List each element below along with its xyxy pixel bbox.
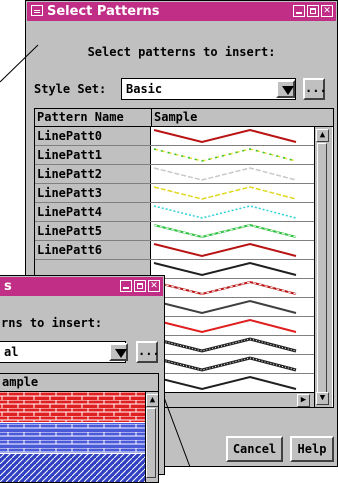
fill-table-header: ample xyxy=(0,374,158,392)
fill-sample-brick-blue xyxy=(0,423,145,453)
fill-patterns-window: s ✕ rns to insert: al ... ample ▲ xyxy=(0,275,165,483)
fill-maximize-icon[interactable] xyxy=(134,280,146,292)
fill-style-set-value: al xyxy=(4,345,19,359)
fill-minimize-icon[interactable] xyxy=(120,280,132,292)
fill-vertical-scrollbar[interactable]: ▲ xyxy=(145,392,158,482)
fill-sample-brick-red xyxy=(0,392,145,422)
fill-chevron-down-icon xyxy=(115,349,127,358)
fill-dropdown-button[interactable] xyxy=(109,343,128,361)
fill-window-title: s xyxy=(4,279,12,294)
fill-pattern-samples xyxy=(0,392,145,482)
fill-browse-label: ... xyxy=(138,344,160,358)
fill-scroll-up-icon[interactable]: ▲ xyxy=(146,394,158,407)
fill-style-set-combo[interactable]: al xyxy=(0,341,126,363)
fill-title-bar[interactable]: s ✕ xyxy=(0,277,163,296)
fill-browse-button[interactable]: ... xyxy=(136,341,160,363)
fill-heading: rns to insert: xyxy=(1,316,103,330)
fill-close-icon[interactable]: ✕ xyxy=(148,280,160,292)
fill-scroll-thumb[interactable] xyxy=(146,408,156,478)
fill-column-sample[interactable]: ample xyxy=(0,374,150,391)
fill-sample-diagonal xyxy=(0,454,145,482)
